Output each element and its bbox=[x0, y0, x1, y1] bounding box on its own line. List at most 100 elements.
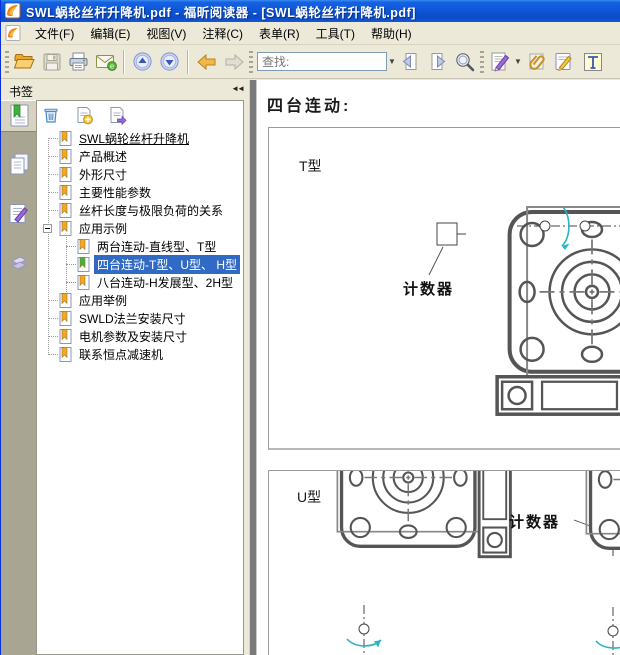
tree-stub bbox=[48, 138, 58, 139]
bookmarks-panel: SWL蜗轮丝杆升降机 产品概述 外形尺寸 主要性能参数 丝杆长度与极限负荷的关系… bbox=[36, 100, 244, 655]
bookmarks-tree: SWL蜗轮丝杆升降机 产品概述 外形尺寸 主要性能参数 丝杆长度与极限负荷的关系… bbox=[37, 129, 243, 654]
toolbar-grip[interactable] bbox=[5, 51, 9, 73]
bookmark-item[interactable]: 应用示例 bbox=[59, 219, 130, 237]
find-input[interactable] bbox=[257, 52, 387, 71]
bookmark-label: 电机参数及安装尺寸 bbox=[76, 327, 190, 346]
bookmark-label: 产品概述 bbox=[76, 147, 130, 166]
menu-file[interactable]: 文件(F) bbox=[27, 22, 82, 45]
figure-u-type: U型 计数器 bbox=[268, 470, 620, 655]
open-button[interactable] bbox=[11, 48, 38, 75]
collapse-expander[interactable] bbox=[43, 224, 52, 233]
bookmark-label: 八台连动-H发展型、2H型 bbox=[94, 273, 236, 292]
counter-label: 计数器 bbox=[509, 511, 560, 532]
counter-label: 计数器 bbox=[403, 278, 454, 299]
bookmark-label: 丝杆长度与极限负荷的关系 bbox=[76, 201, 226, 220]
email-button[interactable]: e bbox=[92, 48, 119, 75]
find-next-icon bbox=[426, 50, 449, 73]
trash-icon bbox=[42, 106, 60, 124]
delete-bookmark-button[interactable] bbox=[41, 105, 61, 125]
tree-stub bbox=[48, 174, 58, 175]
bookmark-item[interactable]: 应用举例 bbox=[59, 291, 130, 309]
comments-tab[interactable] bbox=[4, 198, 34, 230]
previous-page-button[interactable] bbox=[129, 48, 156, 75]
bookmark-label: 主要性能参数 bbox=[76, 183, 154, 202]
figure-t-type: T型 计数器 bbox=[268, 127, 620, 450]
bookmarks-tab[interactable] bbox=[1, 100, 36, 132]
tree-stub bbox=[66, 264, 76, 265]
page-up-icon bbox=[131, 50, 154, 73]
print-button[interactable] bbox=[65, 48, 92, 75]
pencil-tool-button[interactable] bbox=[550, 48, 577, 75]
bookmark-item[interactable]: 主要性能参数 bbox=[59, 183, 154, 201]
layers-panel-icon bbox=[7, 253, 31, 275]
tree-stub bbox=[66, 282, 76, 283]
find-next-button[interactable] bbox=[424, 48, 451, 75]
bookmark-item[interactable]: 八台连动-H发展型、2H型 bbox=[77, 273, 236, 291]
save-button[interactable] bbox=[38, 48, 65, 75]
bookmark-label: 应用举例 bbox=[76, 291, 130, 310]
toolbar-grip[interactable] bbox=[480, 51, 484, 73]
navigation-panel-strip bbox=[1, 100, 36, 655]
tree-stub bbox=[48, 336, 58, 337]
go-forward-button[interactable] bbox=[220, 48, 247, 75]
u-type-diagram bbox=[269, 471, 620, 655]
workspace: 书签 ◄◄ bbox=[1, 80, 620, 655]
menu-help[interactable]: 帮助(H) bbox=[363, 22, 420, 45]
bookmark-item-selected[interactable]: 四台连动-T型、U型、 H型 bbox=[77, 255, 240, 273]
bookmark-item[interactable]: 两台连动-直线型、T型 bbox=[77, 237, 219, 255]
menu-view[interactable]: 视图(V) bbox=[138, 22, 194, 45]
toolbar-separator bbox=[123, 50, 125, 74]
menu-tools[interactable]: 工具(T) bbox=[308, 22, 363, 45]
magnifier-icon bbox=[453, 50, 477, 74]
paperclip-icon bbox=[525, 50, 549, 74]
bookmark-goto-icon bbox=[108, 106, 127, 125]
typewriter-icon bbox=[581, 50, 605, 74]
bookmark-item[interactable]: 电机参数及安装尺寸 bbox=[59, 327, 190, 345]
bookmarks-panel-header: 书签 ◄◄ bbox=[1, 80, 249, 100]
window-title: SWL蜗轮丝杆升降机.pdf - 福昕阅读器 - [SWL蜗轮丝杆升降机.pdf… bbox=[26, 2, 416, 21]
foxit-app-icon bbox=[5, 3, 21, 19]
layers-tab[interactable] bbox=[4, 248, 34, 280]
foxit-reader-window: SWL蜗轮丝杆升降机.pdf - 福昕阅读器 - [SWL蜗轮丝杆升降机.pdf… bbox=[0, 0, 620, 655]
expand-bookmark-button[interactable] bbox=[107, 105, 127, 125]
menu-bar: 文件(F) 编辑(E) 视图(V) 注释(C) 表单(R) 工具(T) 帮助(H… bbox=[1, 22, 620, 45]
document-menu-icon[interactable] bbox=[5, 25, 21, 41]
find-previous-button[interactable] bbox=[397, 48, 424, 75]
menu-edit[interactable]: 编辑(E) bbox=[82, 22, 138, 45]
note-tool-dropdown-arrow[interactable]: ▼ bbox=[513, 57, 523, 66]
bookmark-item[interactable]: SWL蜗轮丝杆升降机 bbox=[59, 129, 192, 147]
comments-panel-icon bbox=[7, 202, 31, 226]
zoom-tool-button[interactable] bbox=[451, 48, 478, 75]
tree-stub bbox=[48, 318, 58, 319]
bookmark-item[interactable]: 外形尺寸 bbox=[59, 165, 130, 183]
bookmark-item[interactable]: SWLD法兰安装尺寸 bbox=[59, 309, 189, 327]
menu-forms[interactable]: 表单(R) bbox=[251, 22, 308, 45]
bookmark-item[interactable]: 产品概述 bbox=[59, 147, 130, 165]
next-page-button[interactable] bbox=[156, 48, 183, 75]
open-folder-icon bbox=[13, 50, 36, 73]
tree-stub bbox=[48, 192, 58, 193]
save-floppy-icon bbox=[41, 51, 63, 73]
tree-stub bbox=[48, 300, 58, 301]
typewriter-tool-button[interactable] bbox=[579, 48, 606, 75]
tree-stub bbox=[48, 354, 58, 355]
page-heading: 四台连动: bbox=[267, 92, 351, 116]
attach-file-button[interactable] bbox=[523, 48, 550, 75]
bookmark-label: 外形尺寸 bbox=[76, 165, 130, 184]
title-bar[interactable]: SWL蜗轮丝杆升降机.pdf - 福昕阅读器 - [SWL蜗轮丝杆升降机.pdf… bbox=[1, 0, 620, 22]
note-tool-button[interactable] bbox=[486, 48, 513, 75]
go-back-button[interactable] bbox=[193, 48, 220, 75]
toolbar-grip[interactable] bbox=[249, 51, 253, 73]
document-view[interactable]: 四台连动: T型 bbox=[257, 80, 620, 655]
bookmark-item[interactable]: 联系恒点减速机 bbox=[59, 345, 166, 363]
bookmark-label: 四台连动-T型、U型、 H型 bbox=[94, 255, 240, 274]
collapse-panel-button[interactable]: ◄◄ bbox=[231, 84, 243, 93]
add-bookmark-button[interactable] bbox=[74, 105, 94, 125]
bookmark-item[interactable]: 丝杆长度与极限负荷的关系 bbox=[59, 201, 226, 219]
pages-tab[interactable] bbox=[4, 148, 34, 180]
menu-comments[interactable]: 注释(C) bbox=[194, 22, 251, 45]
tree-line bbox=[48, 138, 49, 355]
add-bookmark-icon bbox=[75, 106, 94, 125]
find-dropdown-arrow[interactable]: ▼ bbox=[387, 57, 397, 66]
panel-splitter[interactable] bbox=[249, 80, 257, 655]
